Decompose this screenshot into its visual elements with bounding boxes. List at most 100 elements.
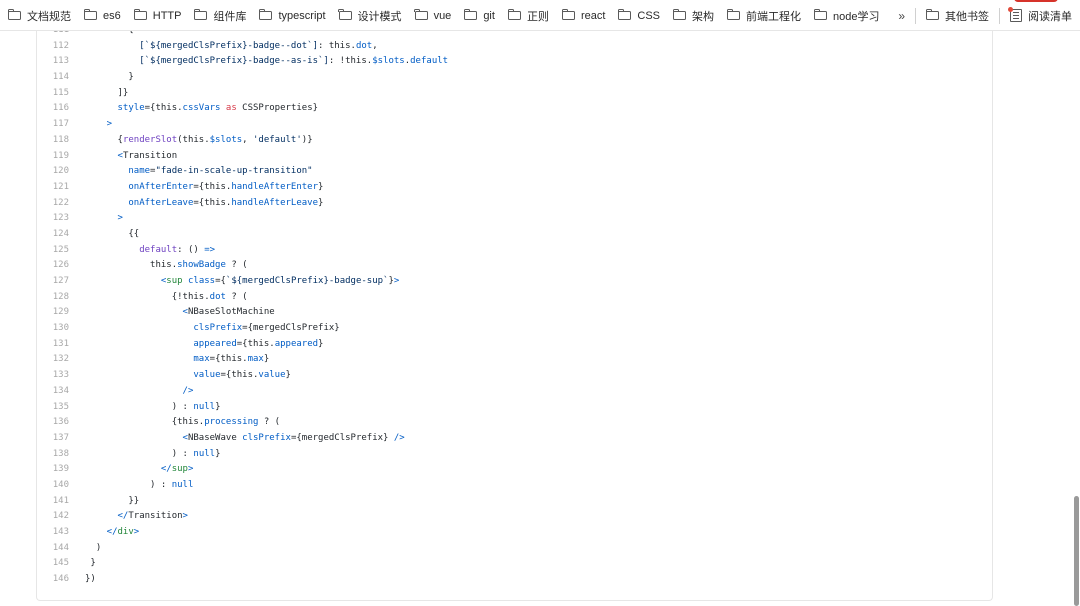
code-token: null — [193, 401, 216, 412]
code-token: > — [187, 464, 194, 475]
code-line: 114} — [37, 70, 992, 86]
code-token: style — [117, 103, 145, 114]
line-number: 121 — [52, 181, 69, 192]
line-number: 128 — [52, 291, 69, 302]
line-number: 136 — [52, 417, 69, 428]
code-line: 146}) — [37, 572, 992, 588]
code-line: 126 this.showBadge ? ( — [37, 258, 992, 274]
line-number: 133 — [52, 370, 69, 381]
folder-icon — [338, 8, 352, 20]
bookmark-folder[interactable]: CSS — [618, 8, 660, 22]
bookmark-folder[interactable]: es6 — [83, 8, 121, 22]
code-line: 121 onAfterEnter={this.handleAfterEnter} — [37, 180, 992, 196]
code-text: </sup> — [161, 462, 194, 478]
code-line: 134 /> — [37, 384, 992, 400]
code-text: }} — [128, 494, 139, 510]
code-block: 111 {112 [`${mergedClsPrefix}-badge--dot`]… — [36, 31, 993, 601]
page-scrollbar[interactable] — [1072, 31, 1080, 606]
code-token: </ — [117, 511, 129, 522]
line-number: 118 — [52, 134, 69, 145]
folder-icon — [464, 8, 478, 20]
code-line: 131 appeared={this.appeared} — [37, 337, 992, 353]
line-number: 112 — [52, 40, 69, 51]
code-line: 136 {this.processing ? ( — [37, 415, 992, 431]
line-number: 144 — [52, 542, 69, 553]
code-token: > — [106, 119, 113, 130]
code-lines: 111 {112 [`${mergedClsPrefix}-badge--dot`]… — [37, 31, 992, 588]
bookmark-folder[interactable]: 架构 — [672, 8, 714, 24]
bookmark-folder[interactable]: 设计模式 — [338, 8, 402, 24]
line-number: 141 — [52, 495, 69, 506]
code-text: name="fade-in-scale-up-transition" — [128, 164, 312, 180]
code-token: ? ( — [258, 417, 281, 428]
bookmark-folder[interactable]: HTTP — [133, 8, 181, 22]
code-token: /> — [182, 385, 194, 396]
code-token: ) — [95, 542, 102, 553]
code-token: ={this. — [236, 338, 275, 349]
code-token: sup — [166, 276, 183, 286]
bookmark-label: git — [483, 9, 495, 22]
code-token: /> — [393, 432, 405, 443]
code-text: </Transition> — [118, 509, 188, 525]
line-number: 142 — [52, 511, 69, 522]
bookmark-folder[interactable]: 文档规范 — [7, 8, 71, 24]
code-token: ) : — [150, 479, 172, 490]
code-token: } — [90, 558, 96, 569]
code-token: ={this. — [193, 197, 232, 208]
code-text: {!this.dot ? ( — [172, 290, 248, 306]
code-text: appeared={this.appeared} — [193, 337, 323, 353]
code-token: => — [204, 244, 216, 255]
code-line: 125 default: () => — [37, 243, 992, 259]
code-token: onAfterLeave — [128, 197, 194, 208]
line-number: 138 — [52, 448, 69, 459]
line-number: 111 — [37, 31, 69, 39]
bookmark-folder[interactable]: node学习 — [813, 8, 880, 24]
code-token: processing — [204, 417, 259, 428]
code-line: 130 clsPrefix={mergedClsPrefix} — [37, 321, 992, 337]
code-token: clsPrefix — [193, 323, 243, 334]
bookmark-folder[interactable]: 组件库 — [194, 8, 246, 24]
folder-icon — [194, 8, 208, 20]
code-line: 128 {!this.dot ? ( — [37, 290, 992, 306]
bookmark-folder[interactable]: git — [464, 8, 495, 22]
code-line: 139 </sup> — [37, 462, 992, 478]
code-token: renderSlot — [122, 134, 178, 145]
code-token: }} — [128, 495, 140, 506]
bookmark-folder[interactable]: 正则 — [507, 8, 549, 24]
code-token: as — [220, 103, 243, 114]
code-line: 145} — [37, 556, 992, 572]
code-token: } — [128, 72, 134, 83]
code-line: 144) — [37, 541, 992, 557]
line-number: 122 — [52, 197, 69, 208]
line-number: 137 — [52, 432, 69, 443]
code-token: Transition — [122, 150, 178, 161]
line-number: 120 — [52, 166, 69, 177]
code-token: value — [258, 370, 286, 381]
code-text: {this.processing ? ( — [172, 415, 280, 431]
code-token: ={mergedClsPrefix} — [290, 432, 394, 443]
code-token: </ — [160, 464, 172, 475]
reading-list-button[interactable]: 阅读清单 — [1008, 7, 1072, 24]
code-text: clsPrefix={mergedClsPrefix} — [193, 321, 339, 337]
code-text: [`${mergedClsPrefix}-badge--as-is`]: !th… — [139, 54, 448, 70]
folder-icon — [507, 8, 521, 20]
other-bookmarks-button[interactable]: 其他书签 — [925, 8, 989, 24]
code-token: (this. — [177, 134, 210, 145]
code-text: <NBaseWave clsPrefix={mergedClsPrefix} /… — [183, 431, 405, 447]
code-text: <Transition — [118, 149, 178, 165]
bookmark-label: es6 — [103, 9, 121, 22]
bookmark-folder[interactable]: react — [561, 8, 605, 22]
bookmark-folder[interactable]: 前端工程化 — [726, 8, 801, 24]
code-token: { — [128, 31, 133, 35]
folder-icon — [83, 8, 97, 20]
line-number: 132 — [52, 354, 69, 365]
code-token: [`${mergedClsPrefix}-badge--as-is`] — [139, 56, 329, 67]
bookmark-folder[interactable]: vue — [414, 8, 451, 22]
code-token: `${mergedClsPrefix}-badge-sup` — [225, 276, 389, 286]
code-line: 129 <NBaseSlotMachine — [37, 305, 992, 321]
bookmarks-overflow-button[interactable]: » — [898, 9, 905, 23]
bookmark-label: 组件库 — [213, 10, 247, 23]
scrollbar-thumb[interactable] — [1074, 496, 1079, 606]
bookmark-folder[interactable]: typescript — [259, 8, 326, 22]
line-number: 129 — [52, 307, 69, 318]
